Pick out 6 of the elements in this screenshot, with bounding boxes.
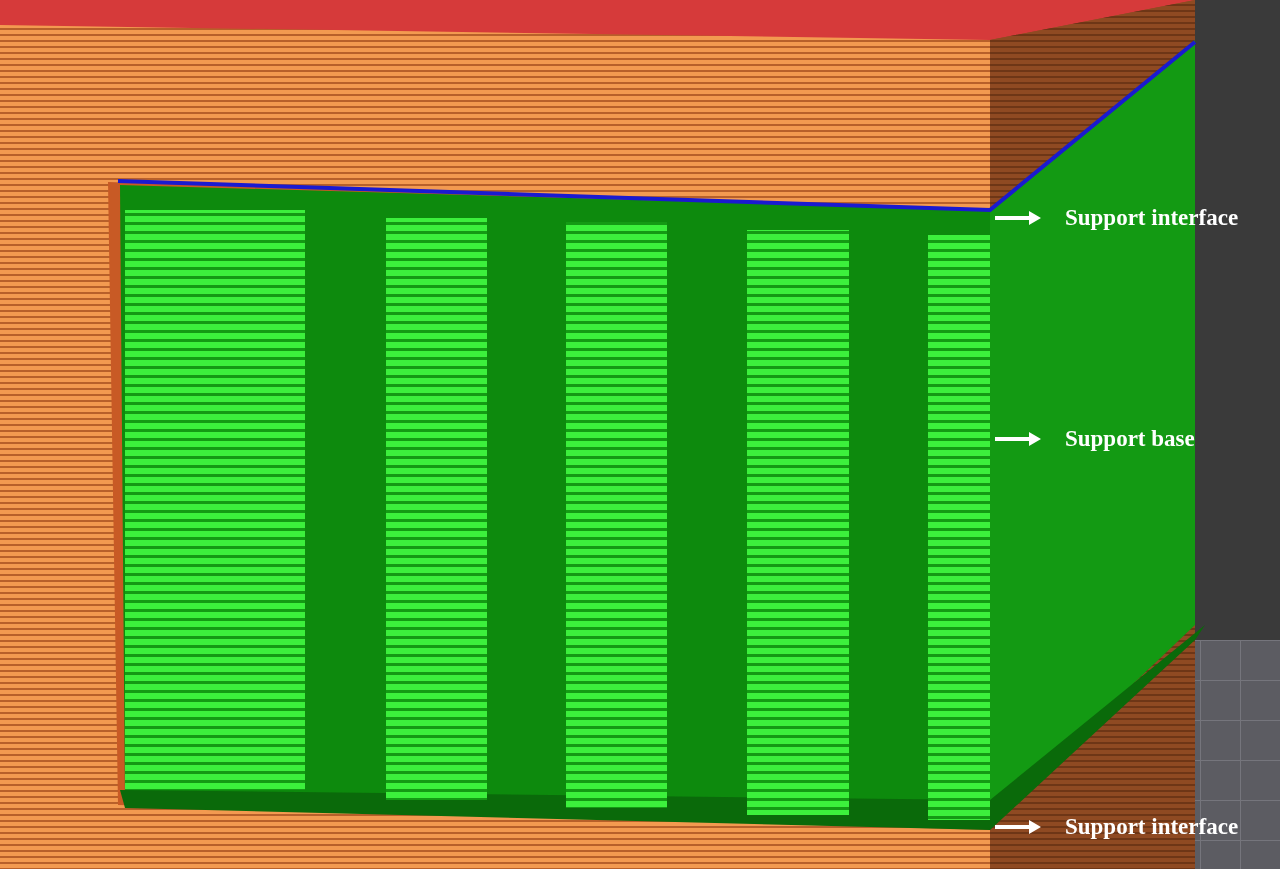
annotation-label: Support base bbox=[1065, 426, 1195, 452]
arrow-icon bbox=[995, 432, 1041, 446]
arrow-icon bbox=[995, 820, 1041, 834]
arrow-icon bbox=[995, 211, 1041, 225]
annotation-label: Support interface bbox=[1065, 205, 1239, 231]
annotation-label: Support interface bbox=[1065, 814, 1239, 840]
